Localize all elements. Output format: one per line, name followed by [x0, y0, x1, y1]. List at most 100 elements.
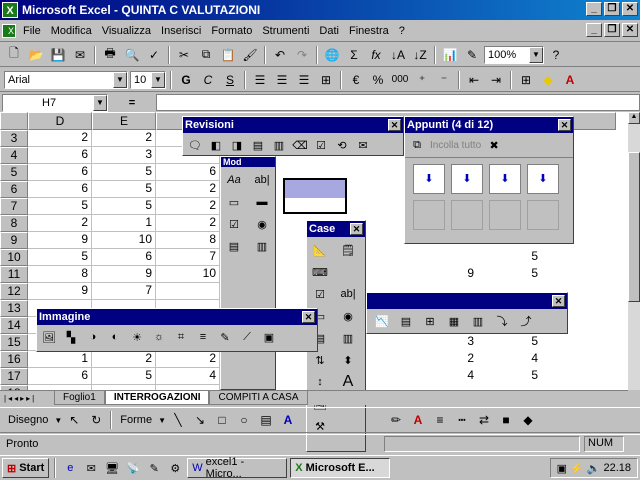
- restore-button[interactable]: ❐: [604, 2, 620, 16]
- select-objects-icon[interactable]: ↖: [64, 410, 84, 430]
- more-contrast-icon[interactable]: ◑: [84, 328, 102, 346]
- currency-button[interactable]: €: [346, 70, 366, 90]
- paste-all-button[interactable]: Incolla tutto: [430, 140, 481, 151]
- cell-right-a[interactable]: 4: [430, 368, 474, 382]
- align-left-icon[interactable]: ☰: [250, 70, 270, 90]
- cell-f[interactable]: [156, 283, 220, 300]
- menu-modifica[interactable]: Modifica: [46, 25, 97, 37]
- cell-f[interactable]: 2: [156, 351, 220, 368]
- show-comment-icon[interactable]: ▤: [249, 136, 267, 154]
- new-icon[interactable]: 🗋: [4, 45, 24, 65]
- clear-clipboard-icon[interactable]: ✖: [485, 136, 503, 154]
- checkbox-icon[interactable]: ☑: [225, 215, 243, 233]
- column-header-d[interactable]: D: [28, 112, 92, 130]
- wordart-icon[interactable]: A: [278, 410, 298, 430]
- cell-e[interactable]: 6: [92, 249, 156, 266]
- cell-d[interactable]: 9: [28, 283, 92, 300]
- print-preview-icon[interactable]: 🔍: [122, 45, 142, 65]
- tab-scroll-icon[interactable]: |◂◂▸▸|: [0, 394, 54, 403]
- line-color-icon[interactable]: ✏: [386, 410, 406, 430]
- row-header[interactable]: 4: [0, 147, 28, 164]
- immagine-close-button[interactable]: ✕: [302, 311, 315, 323]
- show-all-comments-icon[interactable]: ▥: [270, 136, 288, 154]
- volume-icon[interactable]: 🔈: [587, 462, 601, 475]
- cell-d[interactable]: 6: [28, 368, 92, 385]
- cell-f[interactable]: 10: [156, 266, 220, 283]
- row-header[interactable]: 6: [0, 181, 28, 198]
- label-icon[interactable]: Aa: [225, 171, 243, 189]
- open-icon[interactable]: 📂: [26, 45, 46, 65]
- desktop-icon[interactable]: 🖥: [103, 459, 121, 477]
- track-changes-icon[interactable]: ☑: [312, 136, 330, 154]
- option-button-icon[interactable]: ◉: [253, 215, 271, 233]
- merge-icon[interactable]: ⊞: [316, 70, 336, 90]
- image-control-icon[interactable]: ▚: [62, 328, 80, 346]
- send-mail-icon[interactable]: ✉: [354, 136, 372, 154]
- appunti-close-button[interactable]: ✕: [558, 119, 571, 131]
- row-header[interactable]: 17: [0, 368, 28, 385]
- formula-input[interactable]: [156, 94, 640, 111]
- menu-formato[interactable]: Formato: [206, 25, 257, 37]
- cell-e[interactable]: 10: [92, 232, 156, 249]
- italic-button[interactable]: C: [198, 70, 218, 90]
- cell-d[interactable]: 1: [28, 351, 92, 368]
- menu-dati[interactable]: Dati: [314, 25, 344, 37]
- chart-wizard-icon[interactable]: 📊: [440, 45, 460, 65]
- cell-d[interactable]: 2: [28, 130, 92, 147]
- row-header[interactable]: 15: [0, 334, 28, 351]
- fill-color-icon[interactable]: ◆: [538, 70, 558, 90]
- button-icon[interactable]: ▬: [253, 193, 271, 211]
- row-header[interactable]: 14: [0, 317, 28, 334]
- menu-help[interactable]: ?: [394, 25, 410, 37]
- sort-desc-icon[interactable]: ↓Z: [410, 45, 430, 65]
- bold-button[interactable]: G: [176, 70, 196, 90]
- decrease-decimal-icon[interactable]: ⁻: [434, 70, 454, 90]
- clip-item-4[interactable]: ⬇: [527, 164, 559, 194]
- tab-compiti-a-casa[interactable]: COMPITI A CASA: [209, 391, 308, 405]
- cell-e[interactable]: 3: [92, 147, 156, 164]
- cell-d[interactable]: 9: [28, 232, 92, 249]
- vb-close-button[interactable]: ✕: [552, 295, 565, 307]
- prev-comment-icon[interactable]: ◧: [207, 136, 225, 154]
- tab-interrogazioni[interactable]: INTERROGAZIONI: [104, 391, 210, 405]
- help-icon[interactable]: ?: [546, 45, 566, 65]
- autoshapes-menu[interactable]: Forme: [116, 414, 156, 426]
- row-header[interactable]: 5: [0, 164, 28, 181]
- cell-e[interactable]: 2: [92, 130, 156, 147]
- listbox-icon[interactable]: ▤: [225, 237, 243, 255]
- cell-d[interactable]: 8: [28, 266, 92, 283]
- rectangle-icon[interactable]: □: [212, 410, 232, 430]
- save-icon[interactable]: 💾: [48, 45, 68, 65]
- thousands-button[interactable]: 000: [390, 70, 410, 90]
- insert-picture-icon[interactable]: 🖼: [40, 328, 58, 346]
- cell-right-a[interactable]: 2: [430, 351, 474, 365]
- selected-cell[interactable]: [283, 178, 347, 214]
- revisioni-close-button[interactable]: ✕: [388, 119, 401, 131]
- cell-right-a[interactable]: 9: [430, 266, 474, 280]
- align-right-icon[interactable]: ☰: [294, 70, 314, 90]
- menu-file[interactable]: File: [18, 25, 46, 37]
- doc-minimize-button[interactable]: _: [586, 23, 602, 37]
- row-header[interactable]: 7: [0, 198, 28, 215]
- doc-restore-button[interactable]: ❐: [604, 23, 620, 37]
- function-icon[interactable]: fx: [366, 45, 386, 65]
- underline-button[interactable]: S: [220, 70, 240, 90]
- increase-decimal-icon[interactable]: ⁺: [412, 70, 432, 90]
- next-comment-icon[interactable]: ◨: [228, 136, 246, 154]
- borders-icon[interactable]: ⊞: [516, 70, 536, 90]
- properties-icon[interactable]: 🗒: [339, 241, 357, 259]
- cell-f[interactable]: 2: [156, 198, 220, 215]
- minimize-button[interactable]: _: [586, 2, 602, 16]
- cell-f[interactable]: 8: [156, 232, 220, 249]
- cell-d[interactable]: 6: [28, 147, 92, 164]
- more-brightness-icon[interactable]: ☀: [128, 328, 146, 346]
- tab-foglio1[interactable]: Foglio1: [54, 391, 105, 405]
- cell-right-b[interactable]: 5: [494, 266, 538, 280]
- paste-icon[interactable]: 📋: [218, 45, 238, 65]
- row-header[interactable]: 12: [0, 283, 28, 300]
- cell-e[interactable]: 1: [92, 215, 156, 232]
- less-contrast-icon[interactable]: ◐: [106, 328, 124, 346]
- excel-icon[interactable]: X: [2, 2, 18, 18]
- ie-icon[interactable]: e: [61, 459, 79, 477]
- control-combo-icon[interactable]: ▥: [339, 329, 357, 347]
